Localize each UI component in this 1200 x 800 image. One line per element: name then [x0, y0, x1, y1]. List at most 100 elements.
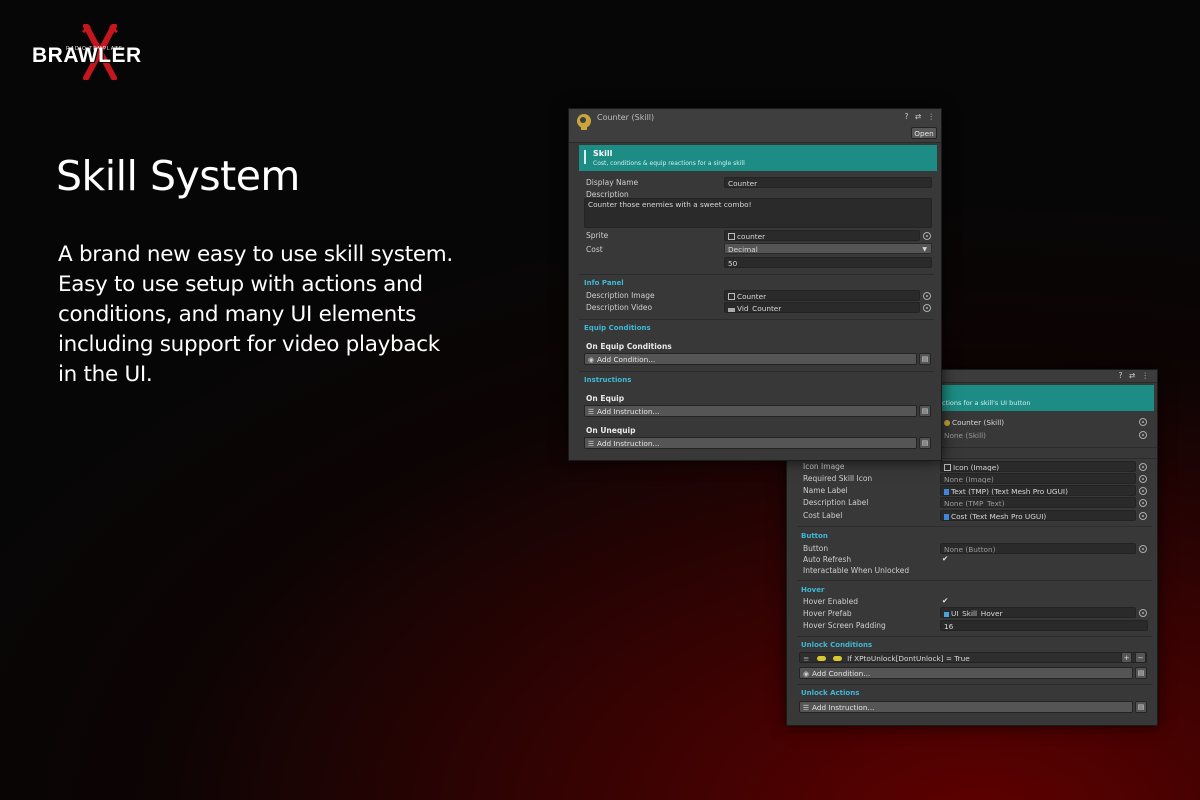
sprite-icon: [728, 293, 735, 300]
add-instruction-label: Add Instruction...: [812, 703, 875, 712]
add-instruction-button[interactable]: ☰ Add Instruction...: [799, 701, 1133, 713]
clipboard-icon[interactable]: ▤: [919, 405, 931, 417]
unlock-conditions-section-header: Unlock Conditions: [801, 641, 873, 649]
auto-refresh-checkbox[interactable]: ✔: [942, 554, 948, 563]
sprite-label: Sprite: [586, 231, 609, 240]
instruction-list-icon: ☰: [587, 440, 595, 448]
divider: [797, 684, 1152, 685]
add-condition-button[interactable]: ◉ Add Condition...: [799, 667, 1133, 679]
cost-type-dropdown[interactable]: Decimal ▼: [724, 243, 932, 254]
header-icons[interactable]: ? ⇄ ⋮: [904, 112, 937, 121]
chevron-down-icon: ▼: [922, 246, 927, 253]
object-picker-icon[interactable]: [1139, 499, 1147, 507]
hero-line: in the UI.: [58, 362, 153, 387]
sprite-field[interactable]: counter: [724, 230, 920, 241]
hero-line: A brand new easy to use skill system.: [58, 242, 453, 267]
required-skill-icon-field[interactable]: None (Image): [940, 473, 1136, 484]
hero-line: Easy to use setup with actions and: [58, 272, 423, 297]
button-section-header: Button: [801, 532, 828, 540]
banner-title: Skill: [593, 149, 613, 158]
description-video-label: Description Video: [586, 303, 653, 312]
clipboard-icon[interactable]: ▤: [919, 437, 931, 449]
add-instruction-button[interactable]: ☰ Add Instruction...: [584, 405, 917, 417]
hover-prefab-label: Hover Prefab: [803, 609, 852, 618]
description-textarea[interactable]: Counter those enemies with a sweet combo…: [584, 198, 932, 228]
object-picker-icon[interactable]: [923, 292, 931, 300]
object-picker-icon[interactable]: [1139, 463, 1147, 471]
cost-label-field[interactable]: Cost (Text Mesh Pro UGUI): [940, 510, 1136, 521]
on-unequip-label: On Unequip: [586, 426, 636, 435]
skill-field[interactable]: Counter (Skill): [940, 416, 1136, 427]
instructions-section-header: Instructions: [584, 376, 632, 384]
divider: [579, 319, 934, 320]
divider: [579, 371, 934, 372]
object-picker-icon[interactable]: [1139, 512, 1147, 520]
hover-section-header: Hover: [801, 586, 825, 594]
description-video-field[interactable]: Vid_Counter: [724, 302, 920, 313]
toggle-on-icon[interactable]: [817, 656, 827, 661]
description-image-field[interactable]: Counter: [724, 290, 920, 301]
on-equip-label: On Equip: [586, 394, 625, 403]
icon-image-field[interactable]: Icon (Image): [940, 461, 1136, 472]
instruction-list-icon: ☰: [587, 408, 595, 416]
remove-icon[interactable]: −: [1135, 652, 1146, 663]
image-icon: [944, 464, 951, 471]
cost-label-value: Cost (Text Mesh Pro UGUI): [951, 512, 1047, 521]
hover-prefab-field[interactable]: UI_Skill_Hover: [940, 607, 1136, 618]
object-picker-icon[interactable]: [923, 232, 931, 240]
video-clip-icon: [728, 308, 735, 312]
skill-field-2[interactable]: None (Skill): [940, 429, 1136, 440]
object-picker-icon[interactable]: [1139, 431, 1147, 439]
object-picker-icon[interactable]: [1139, 475, 1147, 483]
equip-conditions-section-header: Equip Conditions: [584, 324, 651, 332]
condition-row[interactable]: ≡ If XPtoUnlock[DontUnlock] = True: [799, 652, 1147, 663]
description-label-label: Description Label: [803, 498, 869, 507]
add-instruction-button[interactable]: ☰ Add Instruction...: [584, 437, 917, 449]
condition-icon: ◉: [802, 670, 810, 678]
hover-padding-field[interactable]: 16: [940, 620, 1148, 631]
name-label-value: Text (TMP) (Text Mesh Pro UGUI): [951, 487, 1068, 496]
banner-subtitle: ctions for a skill's UI button: [942, 399, 1031, 407]
object-picker-icon[interactable]: [923, 304, 931, 312]
open-button[interactable]: Open: [911, 127, 937, 139]
cost-type-value: Decimal: [728, 245, 758, 254]
clipboard-icon[interactable]: ▤: [1135, 701, 1147, 713]
drag-handle-icon[interactable]: ≡: [803, 654, 809, 662]
text-component-icon: [944, 514, 949, 520]
hero-line: conditions, and many UI elements: [58, 302, 417, 327]
cost-value-input[interactable]: 50: [724, 257, 932, 268]
description-image-label: Description Image: [586, 291, 655, 300]
add-instruction-label: Add Instruction...: [597, 407, 660, 416]
name-label-field[interactable]: Text (TMP) (Text Mesh Pro UGUI): [940, 485, 1136, 496]
display-name-input[interactable]: Counter: [724, 177, 932, 188]
interactable-when-unlocked-checkbox[interactable]: [940, 565, 950, 576]
divider: [797, 580, 1152, 581]
object-picker-icon[interactable]: [1139, 609, 1147, 617]
object-picker-icon[interactable]: [1139, 545, 1147, 553]
object-picker-icon[interactable]: [1139, 418, 1147, 426]
icon-image-value: Icon (Image): [953, 463, 1000, 472]
toggle-on-icon[interactable]: [832, 656, 842, 661]
add-condition-button[interactable]: ◉ Add Condition...: [584, 353, 917, 365]
banner-subtitle: Cost, conditions & equip reactions for a…: [593, 160, 745, 167]
button-label: Button: [803, 544, 829, 553]
divider: [797, 526, 1152, 527]
cost-label-label: Cost Label: [803, 511, 843, 520]
clipboard-icon[interactable]: ▤: [919, 353, 931, 365]
add-icon[interactable]: +: [1121, 652, 1132, 663]
hero-description: A brand new easy to use skill system. Ea…: [58, 240, 498, 390]
component-banner: [579, 145, 937, 171]
skill-inspector: Counter (Skill) ? ⇄ ⋮ Open Skill Cost, c…: [568, 108, 942, 461]
button-field[interactable]: None (Button): [940, 543, 1136, 554]
required-skill-icon-label: Required Skill Icon: [803, 474, 873, 483]
header-icons[interactable]: ? ⇄ ⋮: [1118, 371, 1151, 380]
logo-text: BRAWLER: [32, 44, 142, 67]
sprite-icon: [728, 233, 735, 240]
description-label-field[interactable]: None (TMP_Text): [940, 497, 1136, 508]
divider: [579, 274, 934, 275]
hover-enabled-checkbox[interactable]: ✔: [942, 596, 948, 605]
cost-label: Cost: [586, 245, 603, 254]
instruction-list-icon: ☰: [802, 704, 810, 712]
object-picker-icon[interactable]: [1139, 487, 1147, 495]
clipboard-icon[interactable]: ▤: [1135, 667, 1147, 679]
